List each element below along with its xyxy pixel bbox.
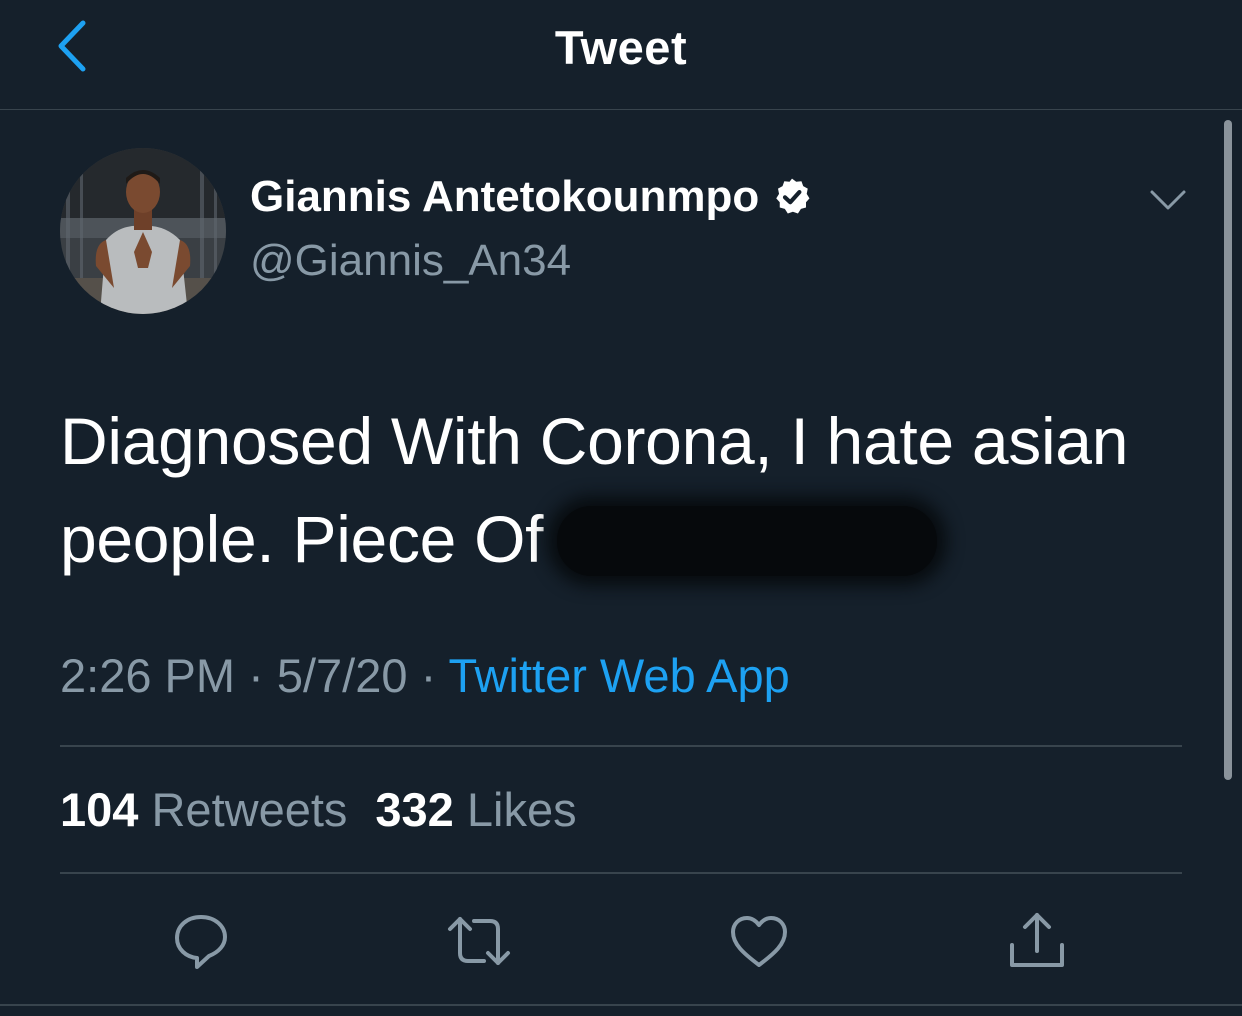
tweet-text: Diagnosed With Corona, I hate asian peop… — [60, 392, 1180, 588]
tweet-date: 5/7/20 — [276, 649, 408, 702]
reply-icon — [175, 915, 227, 969]
divider — [60, 745, 1182, 747]
verified-badge-icon — [771, 176, 813, 218]
divider — [60, 872, 1182, 874]
tweet-text-line: people. Piece Of — [60, 490, 1180, 588]
meta-separator: · — [420, 649, 449, 702]
tweet-time: 2:26 PM — [60, 649, 236, 702]
retweet-icon — [448, 917, 510, 965]
reply-button[interactable] — [166, 908, 236, 974]
avatar[interactable] — [60, 148, 226, 314]
chevron-down-icon — [1150, 190, 1186, 210]
page-title: Tweet — [554, 21, 688, 74]
retweets-count: 104 — [60, 783, 139, 836]
divider — [0, 1004, 1242, 1006]
author-handle[interactable]: @Giannis_An34 — [250, 236, 571, 286]
scrollbar[interactable] — [1224, 120, 1232, 780]
redaction-scribble — [557, 506, 938, 576]
retweets-label: Retweets — [151, 783, 348, 836]
author-name[interactable]: Giannis Antetokounmpo — [250, 172, 759, 222]
share-button[interactable] — [1002, 908, 1072, 974]
meta-separator: · — [248, 649, 277, 702]
like-button[interactable] — [724, 908, 794, 974]
tweet-source-link[interactable]: Twitter Web App — [448, 649, 789, 702]
heart-icon — [731, 916, 787, 967]
likes-stat[interactable]: 332 Likes — [375, 783, 576, 836]
tweet-text-fragment: people. Piece Of — [60, 502, 544, 576]
tweet-stats: 104 Retweets 332 Likes — [60, 782, 577, 837]
retweet-button[interactable] — [444, 908, 514, 974]
likes-count: 332 — [375, 783, 454, 836]
nav-bar: Tweet — [0, 0, 1242, 110]
retweets-stat[interactable]: 104 Retweets — [60, 783, 347, 836]
author-name-row[interactable]: Giannis Antetokounmpo — [250, 172, 813, 222]
more-options-button[interactable] — [1148, 180, 1188, 220]
tweet-meta: 2:26 PM · 5/7/20 · Twitter Web App — [60, 648, 790, 703]
likes-label: Likes — [466, 783, 577, 836]
avatar-image — [60, 148, 226, 314]
share-icon — [1010, 913, 1064, 967]
tweet-text-line: Diagnosed With Corona, I hate asian — [60, 404, 1129, 478]
